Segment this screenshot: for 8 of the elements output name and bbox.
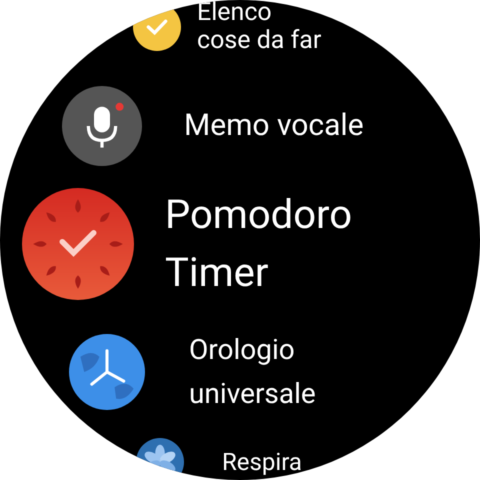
app-name[interactable]: Respira xyxy=(222,448,302,476)
globe-clock-icon[interactable] xyxy=(69,334,145,410)
clock-icon[interactable] xyxy=(22,188,134,300)
app-name[interactable]: Orologio universale xyxy=(189,328,316,416)
app-name[interactable]: Memo vocale xyxy=(184,108,364,143)
microphone-icon[interactable] xyxy=(62,86,142,166)
app-name[interactable]: Pomodoro Timer xyxy=(165,186,352,302)
app-name[interactable]: Elenco cose da far xyxy=(197,0,322,55)
